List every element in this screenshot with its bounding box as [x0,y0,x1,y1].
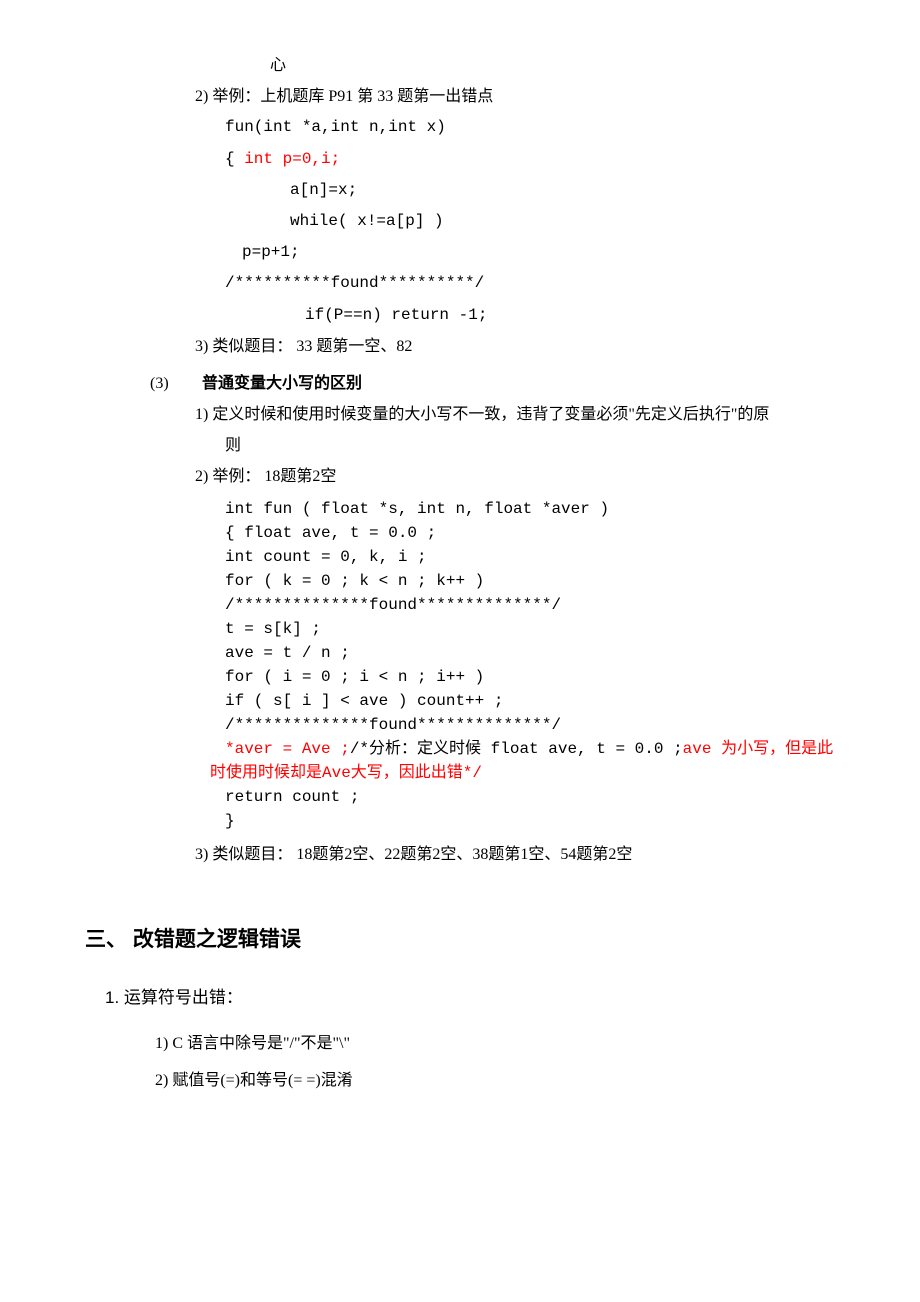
list-item-2: 2) 赋值号(=)和等号(= =)混淆 [155,1063,840,1100]
code-line: { int p=0,i; [225,144,840,175]
code-line: fun(int *a,int n,int x) [225,112,840,143]
list-item-1: 1) C 语言中除号是"/"不是"\" [155,1026,840,1063]
definition-text-b: 则 [225,430,840,461]
code-line: /**************found**************/ [225,593,840,617]
code-line: int fun ( float *s, int n, float *aver ) [225,497,840,521]
section-heading-3: 三、 改错题之逻辑错误 [85,920,840,961]
section-3-title: (3) 普通变量大小写的区别 [80,368,840,399]
code-line: while( x!=a[p] ) [290,206,840,237]
code-line: return count ; [225,785,840,809]
similar-questions-1: 3) 类似题目： 33 题第一空、82 [195,331,840,362]
code-line: /**********found**********/ [225,268,840,299]
similar-questions-2: 3) 类似题目： 18题第2空、22题第2空、38题第1空、54题第2空 [195,839,840,870]
code-line-analysis: *aver = Ave ;/*分析：定义时候 float ave, t = 0.… [225,737,840,761]
code-line: int count = 0, k, i ; [225,545,840,569]
code-line: if(P==n) return -1; [305,300,840,331]
highlight-red: int p=0,i; [244,150,340,168]
code-line-analysis-2: 时使用时候却是Ave大写，因此出错*/ [210,761,840,785]
code-line: a[n]=x; [290,175,840,206]
code-line: p=p+1; [242,237,840,268]
code-line: { float ave, t = 0.0 ; [225,521,840,545]
code-line: } [225,809,840,833]
code-line: t = s[k] ; [225,617,840,641]
continuation-text: 心 [270,50,840,81]
example-heading-1: 2) 举例：上机题库 P91 第 33 题第一出错点 [195,81,840,112]
example-heading-2: 2) 举例： 18题第2空 [195,461,840,492]
code-line: if ( s[ i ] < ave ) count++ ; [225,689,840,713]
code-line: for ( k = 0 ; k < n ; k++ ) [225,569,840,593]
code-line: /**************found**************/ [225,713,840,737]
code-line: ave = t / n ; [225,641,840,665]
subsection-1: 1. 运算符号出错： [105,981,840,1014]
definition-text-a: 1) 定义时候和使用时候变量的大小写不一致，违背了变量必须"先定义后执行"的原 [195,399,840,430]
code-line: for ( i = 0 ; i < n ; i++ ) [225,665,840,689]
